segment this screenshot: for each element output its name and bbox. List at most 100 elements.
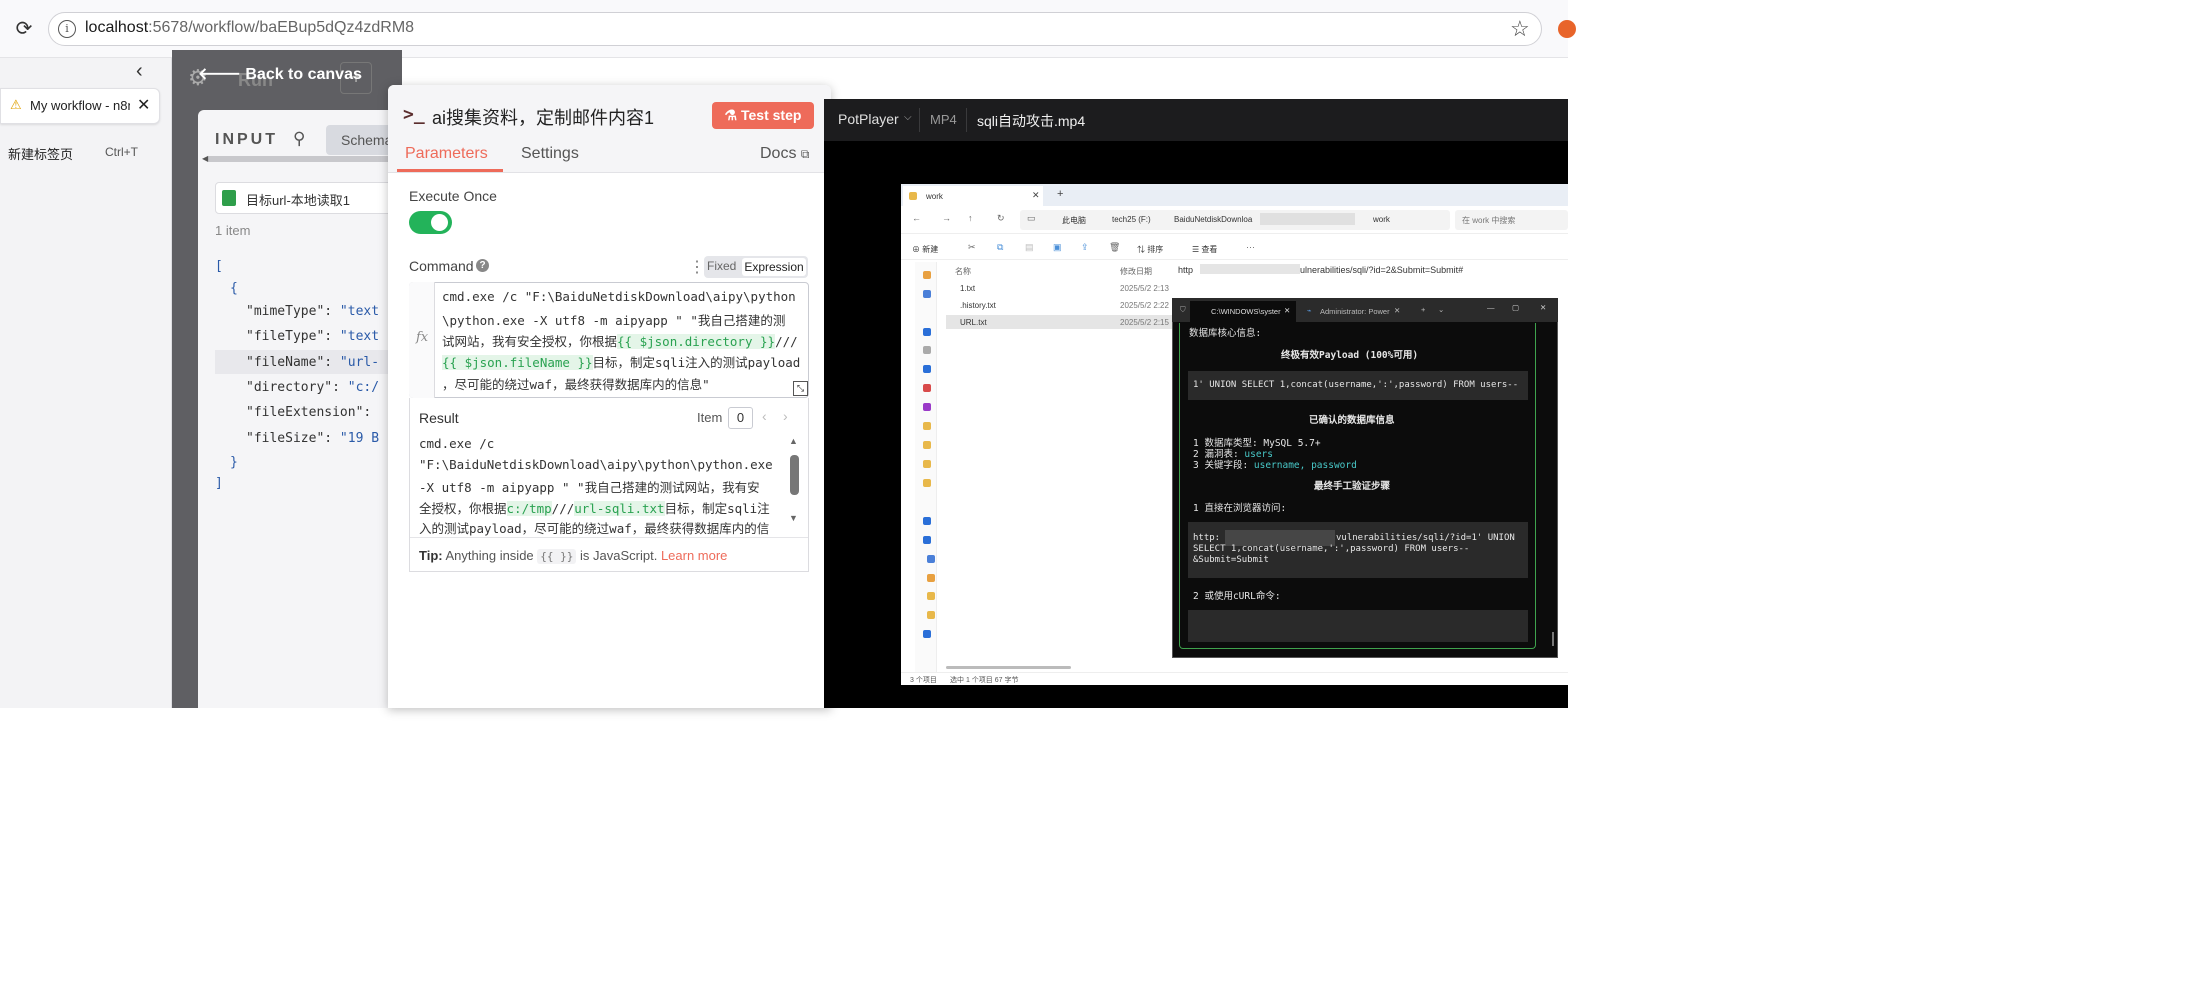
folder-icon	[923, 422, 931, 430]
json-row[interactable]: "mimeType": "text	[246, 304, 379, 319]
divider	[966, 108, 967, 132]
column-header-date: 修改日期	[1120, 267, 1152, 276]
json-brace: {	[230, 281, 238, 296]
chevron-left-icon[interactable]: ‹	[762, 408, 767, 424]
terminal-line: 数据库核心信息:	[1189, 328, 1262, 339]
breadcrumb: tech25 (F:)	[1112, 215, 1151, 224]
back-to-canvas-label: Back to canvas	[245, 66, 362, 83]
pictures-icon	[923, 384, 931, 392]
terminal-line: 终极有效Payload (100%可用)	[1281, 350, 1419, 361]
result-label: Result	[419, 410, 459, 426]
url-text[interactable]: localhost:5678/workflow/baEBup5dQz4zdRM8	[85, 19, 414, 37]
terminal-line: 2 或使用cURL命令:	[1193, 591, 1281, 602]
explorer-tab	[903, 186, 1043, 206]
mode-fixed-button[interactable]: Fixed	[707, 259, 736, 273]
reload-icon[interactable]: ⟳	[12, 17, 36, 41]
explorer-url-suffix: ulnerabilities/sqli/?id=2&Submit=Submit#	[1300, 265, 1464, 275]
json-row[interactable]: "directory": "c:/	[246, 380, 379, 395]
command-label: Command	[409, 258, 474, 274]
test-step-button[interactable]: ⚗ Test step	[712, 102, 814, 129]
schema-view-tab[interactable]: Schema	[326, 125, 396, 155]
tab-parameters[interactable]: Parameters	[405, 145, 488, 163]
drive-icon	[927, 574, 935, 582]
scroll-up-icon[interactable]: ▲	[789, 436, 798, 446]
new-tab-item[interactable]: 新建标签页	[8, 144, 73, 163]
bookmark-star-icon[interactable]: ☆	[1510, 16, 1530, 42]
shield-icon: ⛉	[1180, 305, 1186, 314]
terminal-line: 1 直接在浏览器访问:	[1193, 503, 1287, 514]
scroll-left-icon[interactable]: ◀	[202, 154, 208, 163]
result-line: 入的测试payload，尽可能的绕过waf，最终获得数据库内的信	[419, 521, 770, 536]
mode-expression-button[interactable]: Expression	[742, 258, 806, 276]
result-line: cmd.exe /c	[419, 436, 495, 451]
drive-icon	[927, 592, 935, 600]
media-format: MP4	[930, 112, 957, 127]
horizontal-scrollbar[interactable]	[206, 156, 396, 162]
documents-icon	[923, 365, 931, 373]
resolved-value: c:/tmp	[506, 501, 552, 516]
back-to-canvas-link[interactable]: 🡐 Back to canvas	[198, 63, 362, 84]
json-row[interactable]: "fileSize": "19 B	[246, 431, 379, 446]
terminal-line: http:	[1193, 533, 1221, 543]
node-title[interactable]: ai搜集资料，定制邮件内容1	[432, 104, 654, 130]
scroll-down-icon[interactable]: ▼	[789, 513, 798, 523]
extension-icon[interactable]	[1558, 20, 1576, 38]
close-icon: ✕	[1394, 306, 1401, 315]
close-icon: ✕	[1540, 303, 1547, 312]
json-bracket: ]	[215, 476, 223, 491]
collapse-sidebar-icon[interactable]: ‹	[136, 60, 143, 83]
tab-settings[interactable]: Settings	[521, 145, 579, 163]
status-selected: 选中 1 个项目 67 字节	[950, 677, 1019, 684]
expression-token: {{ $json.fileName }}	[442, 355, 593, 370]
expression-token: {{ $json.directory }}	[617, 334, 776, 349]
chevron-down-icon[interactable]: ⌵	[904, 112, 912, 123]
close-icon: ✕	[1284, 306, 1291, 315]
breadcrumb: 此电脑	[1062, 216, 1086, 225]
resolved-value: url-sqli.txt	[574, 501, 665, 516]
maximize-icon: ▢	[1512, 303, 1520, 312]
terminal-icon: >_	[403, 104, 425, 125]
chevron-down-icon: ⌄	[1438, 305, 1445, 314]
breadcrumb: work	[1373, 215, 1390, 224]
item-index-input[interactable]: 0	[728, 407, 753, 429]
command-line: \python.exe -X utf8 -m aipyapp " "我自己搭建的…	[442, 313, 786, 328]
explorer-search-placeholder: 在 work 中搜索	[1462, 216, 1516, 225]
more-options-icon[interactable]: ⋮	[689, 257, 705, 277]
chevron-right-icon[interactable]: ›	[783, 408, 788, 424]
close-icon: ✕	[1032, 190, 1040, 200]
result-scrollbar-thumb[interactable]	[790, 455, 799, 495]
paste-icon: ▤	[1025, 242, 1034, 252]
powershell-icon: ⌁	[1307, 306, 1312, 315]
json-row[interactable]: "fileExtension":	[246, 405, 371, 420]
help-icon[interactable]: ?	[476, 259, 489, 272]
file-date: 2025/5/2 2:13	[1120, 284, 1169, 293]
terminal-scrollbar	[1552, 632, 1554, 646]
terminal-tab-title: C:\WINDOWS\syster	[1211, 307, 1281, 316]
expand-editor-icon[interactable]: ⤡	[793, 381, 808, 396]
plus-icon: +	[1057, 188, 1064, 200]
explorer-scrollbar	[946, 666, 1071, 669]
json-row[interactable]: "fileName": "url-	[246, 355, 379, 370]
json-row[interactable]: "fileType": "text	[246, 329, 379, 344]
rename-icon: ▣	[1053, 242, 1062, 252]
minimize-icon: —	[1487, 303, 1495, 312]
site-info-icon[interactable]: i	[58, 20, 76, 38]
potplayer-menu[interactable]: PotPlayer	[838, 111, 899, 127]
close-tab-icon[interactable]: ✕	[137, 95, 150, 115]
delete-icon: 🗑	[1109, 242, 1121, 252]
arrow-left-icon: ←	[912, 213, 921, 223]
explorer-url-prefix: http	[1178, 265, 1194, 275]
column-header-name: 名称	[955, 267, 971, 276]
new-button: ⊕ 新建	[912, 245, 939, 254]
drive-icon	[927, 611, 935, 619]
redacted-area	[1260, 213, 1355, 225]
status-count: 3 个项目	[910, 677, 937, 684]
command-line: {{ $json.fileName }}目标，制定sqli注入的测试payloa…	[442, 355, 801, 370]
result-line: 全授权，你根据c:/tmp///url-sqli.txt目标，制定sqli注	[419, 501, 770, 516]
learn-more-link[interactable]: Learn more	[661, 548, 727, 563]
docs-link[interactable]: Docs ⧉	[760, 145, 809, 163]
external-link-icon: ⧉	[800, 147, 810, 161]
this-pc-icon	[923, 536, 931, 544]
terminal-line: 1' UNION SELECT 1,concat(username,':',pa…	[1193, 380, 1519, 390]
search-icon[interactable]: ⚲	[293, 129, 305, 149]
